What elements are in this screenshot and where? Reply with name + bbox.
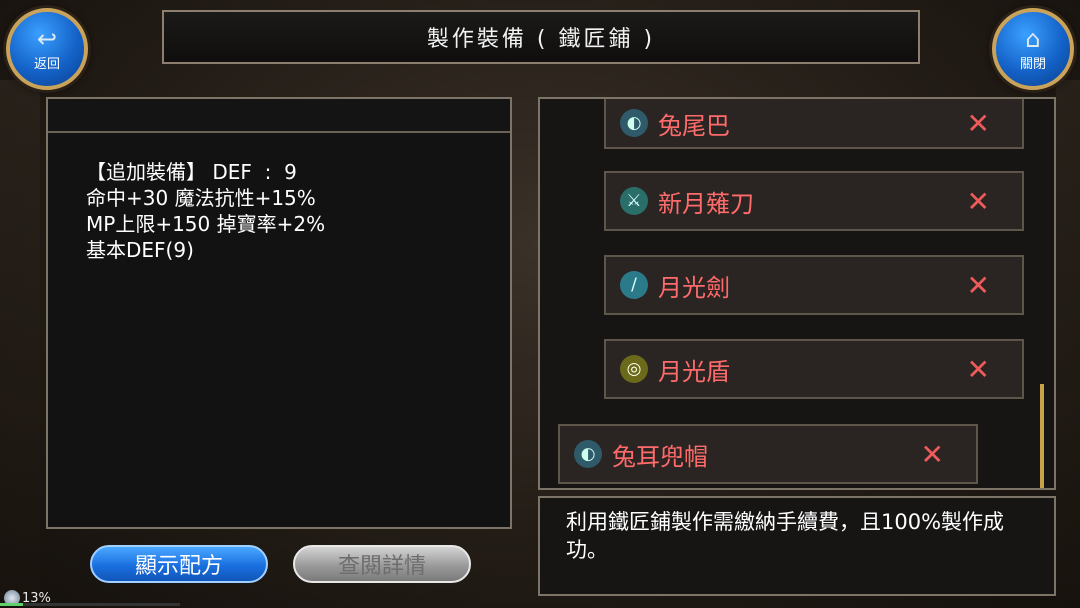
- crescent-glaive-icon: ⚔: [620, 187, 648, 215]
- background-bookshelf-right: [1056, 80, 1080, 600]
- progress-bar: [0, 603, 180, 606]
- remove-icon[interactable]: ✕: [967, 185, 990, 218]
- view-details-button[interactable]: 查閱詳情: [293, 545, 471, 583]
- home-icon: ⌂: [1025, 24, 1041, 53]
- bunny-hood-icon: ◐: [574, 440, 602, 468]
- info-panel: 利用鐵匠鋪製作需繳納手續費，且100%製作成功。: [538, 496, 1056, 596]
- list-item[interactable]: ◐ 兔尾巴 ✕: [604, 99, 1024, 149]
- remove-icon[interactable]: ✕: [921, 438, 944, 471]
- list-item[interactable]: ◎ 月光盾 ✕: [604, 339, 1024, 399]
- info-text: 利用鐵匠鋪製作需繳納手續費，且100%製作成功。: [566, 510, 1005, 562]
- item-name: 兔尾巴: [658, 111, 730, 140]
- list-item[interactable]: ⚔ 新月薙刀 ✕: [604, 171, 1024, 231]
- item-name: 月光盾: [658, 357, 730, 386]
- remove-icon[interactable]: ✕: [967, 107, 990, 140]
- item-name: 月光劍: [658, 273, 730, 302]
- background-bookshelf-left: [0, 80, 40, 600]
- list-scrollbar[interactable]: [1040, 384, 1044, 488]
- material-list: ◐ 兔尾巴 ✕ ⚔ 新月薙刀 ✕ / 月光劍 ✕ ◎ 月光盾 ✕ ◐ 兔耳兜帽 …: [538, 97, 1056, 490]
- list-item[interactable]: ◐ 兔耳兜帽 ✕: [558, 424, 978, 484]
- remove-icon[interactable]: ✕: [967, 269, 990, 302]
- back-button[interactable]: ↩ 返回: [6, 8, 88, 90]
- moonlight-shield-icon: ◎: [620, 355, 648, 383]
- close-button[interactable]: ⌂ 關閉: [992, 8, 1074, 90]
- item-name: 兔耳兜帽: [612, 442, 708, 471]
- back-arrow-icon: ↩: [36, 24, 58, 53]
- stats-panel: 【追加裝備】 DEF : 9 命中+30 魔法抗性+15% MP上限+150 掉…: [46, 97, 512, 529]
- moonlight-sword-icon: /: [620, 271, 648, 299]
- list-item[interactable]: / 月光劍 ✕: [604, 255, 1024, 315]
- loading-indicator: 13%: [0, 588, 200, 608]
- close-button-label: 關閉: [1019, 56, 1046, 72]
- progress-fill: [0, 603, 24, 606]
- item-name: 新月薙刀: [658, 189, 754, 218]
- back-button-label: 返回: [33, 56, 60, 72]
- bunny-tail-icon: ◐: [620, 109, 648, 137]
- page-title: 製作裝備 ( 鐵匠鋪 ): [162, 10, 920, 64]
- remove-icon[interactable]: ✕: [967, 353, 990, 386]
- item-stats-text: 【追加裝備】 DEF : 9 命中+30 魔法抗性+15% MP上限+150 掉…: [86, 160, 326, 262]
- show-recipe-button[interactable]: 顯示配方: [90, 545, 268, 583]
